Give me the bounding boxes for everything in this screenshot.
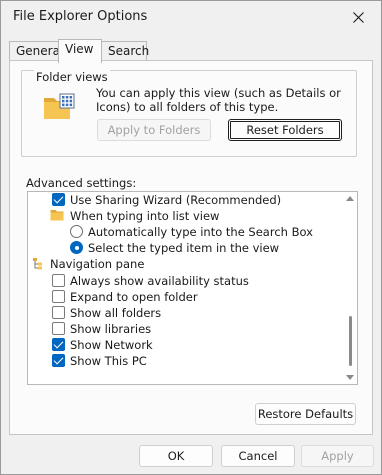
folder-views-description: You can apply this view (such as Details… <box>96 86 341 114</box>
select-typed-item-radio[interactable] <box>70 241 83 254</box>
close-icon <box>352 11 364 23</box>
tab-search[interactable]: Search <box>101 41 149 61</box>
scroll-up-arrow-icon[interactable] <box>346 196 354 201</box>
folder-view-icon <box>44 93 75 119</box>
list-item-label: Expand to open folder <box>70 290 198 304</box>
show-all-folders-checkbox[interactable] <box>52 306 65 319</box>
apply-button[interactable]: Apply <box>301 445 374 467</box>
window-title: File Explorer Options <box>13 9 148 24</box>
expand-to-open-folder-checkbox[interactable] <box>52 290 65 303</box>
show-network-checkbox[interactable] <box>52 338 65 351</box>
show-libraries-checkbox[interactable] <box>52 322 65 335</box>
file-explorer-options-dialog: File Explorer Options General View Searc… <box>0 0 382 475</box>
list-item-label: Show libraries <box>70 322 152 336</box>
close-button[interactable] <box>335 1 381 33</box>
navigation-pane-icon <box>33 258 42 270</box>
title-bar[interactable]: File Explorer Options <box>1 1 381 33</box>
advanced-settings-tree[interactable]: Use Sharing Wizard (Recommended) When ty… <box>27 191 358 385</box>
list-item-label: Show This PC <box>70 354 147 368</box>
advanced-settings-label: Advanced settings: <box>26 176 137 190</box>
availability-status-checkbox[interactable] <box>52 274 65 287</box>
restore-defaults-button[interactable]: Restore Defaults <box>255 403 356 425</box>
scrollbar-thumb[interactable] <box>349 316 352 366</box>
show-this-pc-checkbox[interactable] <box>52 354 65 367</box>
list-item-label: When typing into list view <box>70 209 220 223</box>
cancel-button[interactable]: Cancel <box>221 445 295 467</box>
list-item-label: Automatically type into the Search Box <box>88 225 313 239</box>
apply-to-folders-button[interactable]: Apply to Folders <box>97 119 211 141</box>
folder-icon <box>50 210 64 221</box>
list-item-label: Navigation pane <box>50 257 145 271</box>
use-sharing-wizard-checkbox[interactable] <box>52 193 65 206</box>
tab-view[interactable]: View <box>58 39 102 63</box>
auto-type-search-radio[interactable] <box>70 225 83 238</box>
list-item-label: Show all folders <box>70 306 162 320</box>
tree-scrollbar[interactable] <box>343 192 357 384</box>
scroll-down-arrow-icon[interactable] <box>346 375 354 380</box>
list-item-label: Select the typed item in the view <box>88 241 280 255</box>
list-item-label: Show Network <box>70 338 153 352</box>
tab-general[interactable]: General <box>9 41 63 61</box>
list-item-label: Use Sharing Wizard (Recommended) <box>70 193 282 207</box>
list-item-label: Always show availability status <box>70 274 249 288</box>
reset-folders-button[interactable]: Reset Folders <box>228 119 342 141</box>
folder-views-label: Folder views <box>34 70 110 84</box>
ok-button[interactable]: OK <box>139 445 213 467</box>
